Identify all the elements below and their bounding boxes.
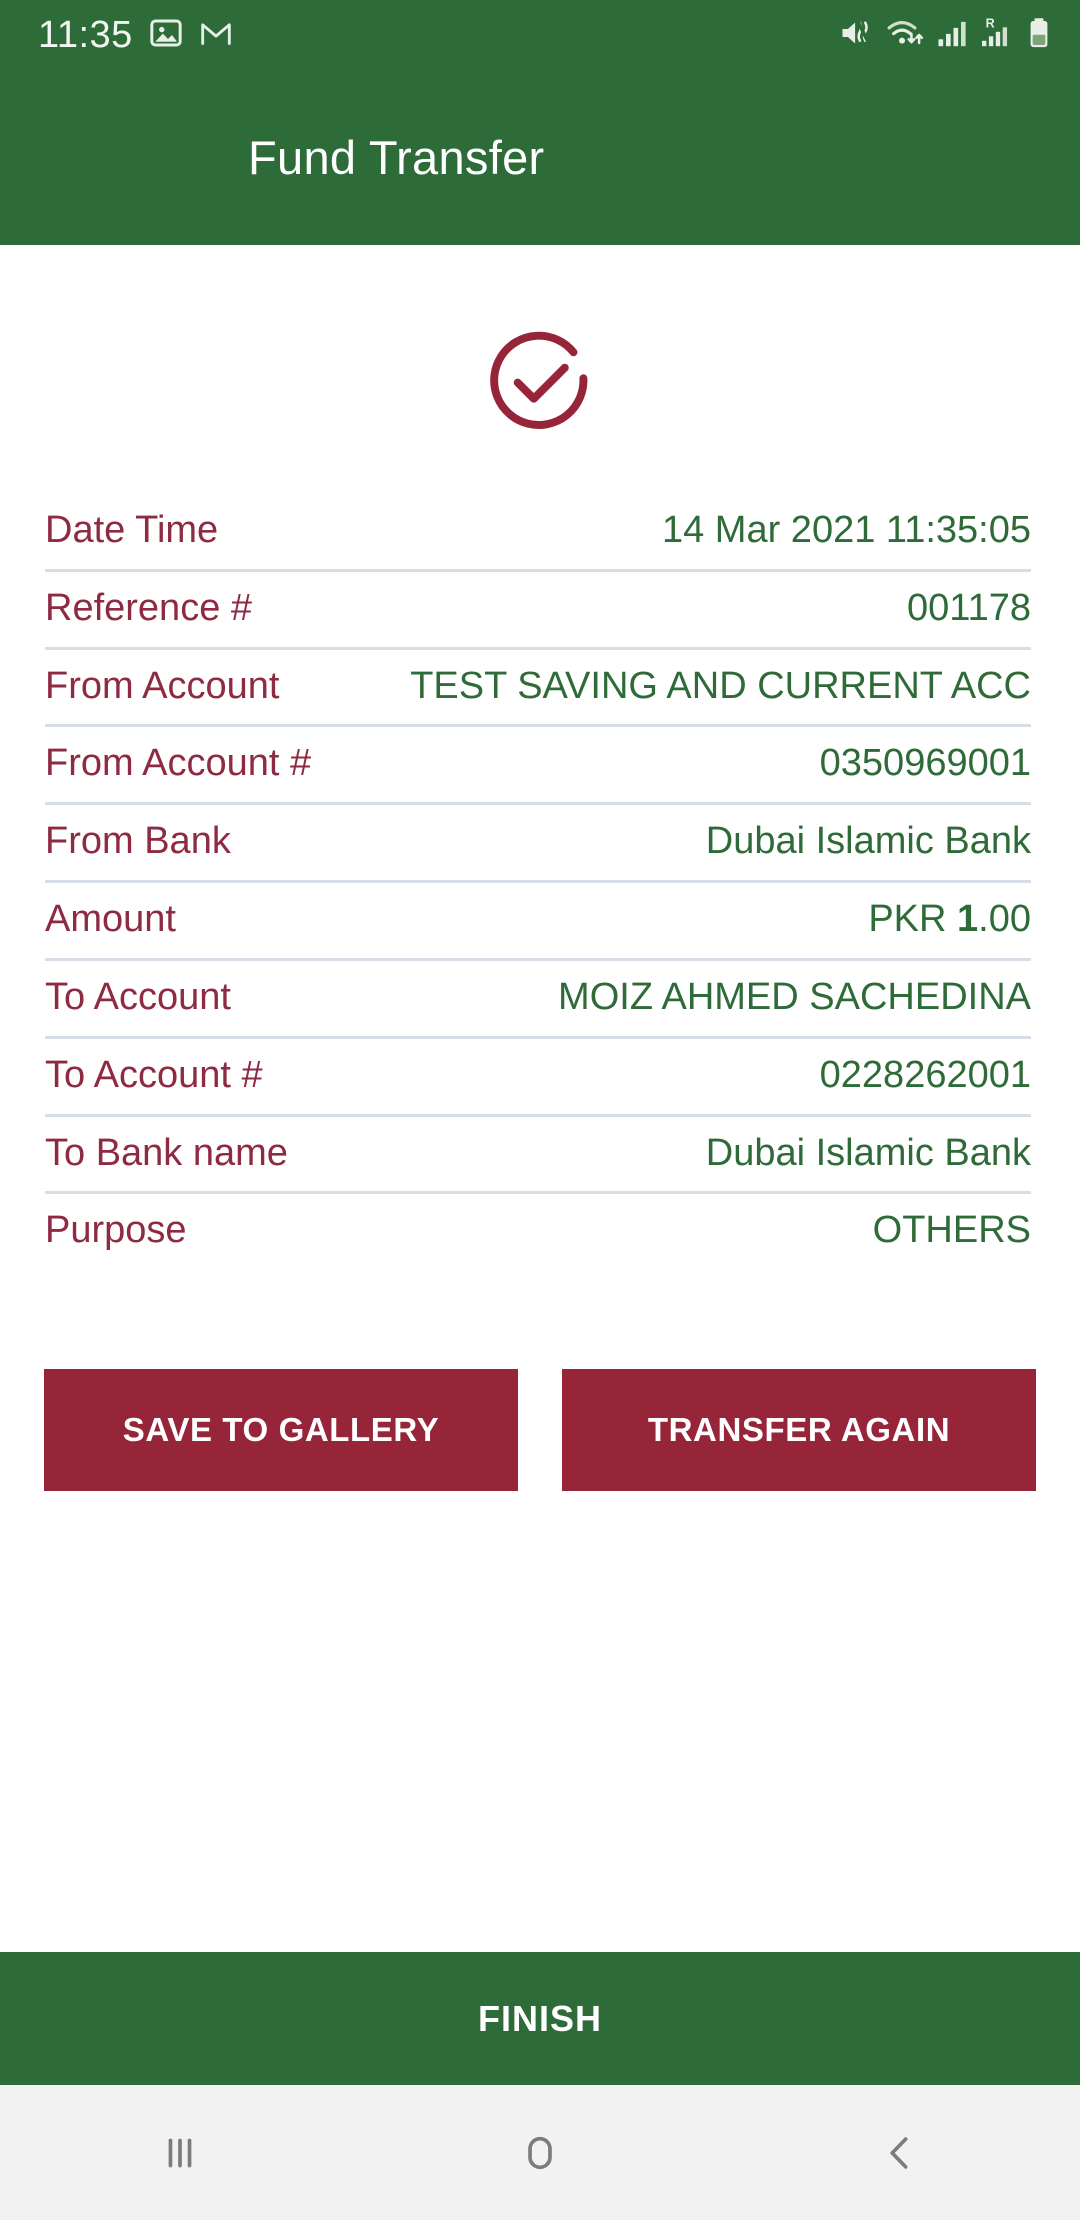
transfer-again-button[interactable]: TRANSFER AGAIN — [562, 1369, 1036, 1492]
status-bar-right: R — [838, 15, 1052, 56]
save-to-gallery-button[interactable]: SAVE TO GALLERY — [44, 1369, 518, 1492]
gallery-icon — [149, 16, 183, 55]
android-navigation-bar — [0, 2085, 1080, 2220]
table-row: Amount PKR 1.00 — [45, 880, 1031, 958]
detail-value-purpose: OTHERS — [872, 1209, 1031, 1252]
detail-label-from-account: From Account — [45, 664, 280, 707]
detail-value-date-time: 14 Mar 2021 11:35:05 — [661, 509, 1031, 551]
amount-currency: PKR — [868, 898, 958, 941]
detail-value-from-account: TEST SAVING AND CURRENT ACC — [410, 664, 1031, 707]
table-row: Purpose OTHERS — [45, 1191, 1031, 1269]
mute-vibrate-icon — [838, 15, 874, 56]
table-row: To Bank name Dubai Islamic Bank — [45, 1113, 1031, 1192]
detail-value-from-bank: Dubai Islamic Bank — [705, 820, 1031, 863]
transaction-details-list: Date Time 14 Mar 2021 11:35:05 Reference… — [0, 494, 1080, 1269]
status-bar: 11:35 R — [0, 0, 1080, 70]
table-row: From Account TEST SAVING AND CURRENT ACC — [45, 646, 1031, 725]
detail-label-reference: Reference # — [45, 586, 253, 629]
success-check-circle-icon — [490, 331, 588, 429]
detail-value-reference: 001178 — [907, 586, 1031, 629]
detail-value-from-account-number: 0350969001 — [819, 742, 1031, 785]
status-bar-left: 11:35 — [38, 16, 233, 55]
page-title: Fund Transfer — [248, 131, 545, 184]
finish-button[interactable]: FINISH — [0, 1952, 1080, 2085]
detail-label-to-bank-name: To Bank name — [45, 1131, 288, 1174]
detail-value-amount: PKR 1.00 — [200, 897, 1031, 942]
detail-label-purpose: Purpose — [45, 1209, 187, 1252]
app-bar: Fund Transfer — [0, 70, 1080, 245]
back-icon[interactable] — [800, 2085, 1000, 2220]
table-row: From Account # 0350969001 — [45, 724, 1031, 802]
amount-major: 1 — [957, 898, 979, 941]
detail-label-date-time: Date Time — [45, 509, 219, 551]
app-root: 11:35 R Fund Transfer Date Time 14 Mar 2… — [0, 0, 1080, 2220]
detail-label-from-account-number: From Account # — [45, 742, 312, 785]
table-row: To Account MOIZ AHMED SACHEDINA — [45, 957, 1031, 1036]
battery-icon — [1026, 15, 1052, 56]
content-area: Date Time 14 Mar 2021 11:35:05 Reference… — [0, 245, 1080, 1952]
table-row: To Account # 0228262001 — [45, 1035, 1031, 1114]
table-row: Reference # 001178 — [45, 568, 1031, 647]
detail-label-from-bank: From Bank — [45, 820, 231, 863]
cellular-signal-icon — [936, 15, 968, 56]
success-status-area — [0, 245, 1080, 454]
home-icon[interactable] — [440, 2085, 640, 2220]
amount-minor: .00 — [978, 898, 1031, 941]
detail-value-to-bank-name: Dubai Islamic Bank — [705, 1131, 1031, 1174]
table-row: From Bank Dubai Islamic Bank — [45, 802, 1031, 880]
status-bar-clock: 11:35 — [38, 14, 133, 56]
action-buttons: SAVE TO GALLERY TRANSFER AGAIN — [0, 1369, 1080, 1492]
recents-icon[interactable] — [80, 2085, 280, 2220]
detail-label-to-account-number: To Account # — [45, 1053, 263, 1096]
table-row: Date Time 14 Mar 2021 11:35:05 — [45, 494, 1031, 569]
detail-label-to-account: To Account — [45, 975, 231, 1018]
detail-value-to-account-number: 0228262001 — [819, 1053, 1031, 1096]
detail-value-to-account: MOIZ AHMED SACHEDINA — [558, 975, 1031, 1018]
svg-text:R: R — [986, 16, 995, 30]
wifi-icon — [885, 15, 925, 56]
detail-label-amount: Amount — [45, 898, 176, 941]
roaming-signal-icon: R — [979, 15, 1015, 56]
gmail-icon — [199, 16, 233, 55]
